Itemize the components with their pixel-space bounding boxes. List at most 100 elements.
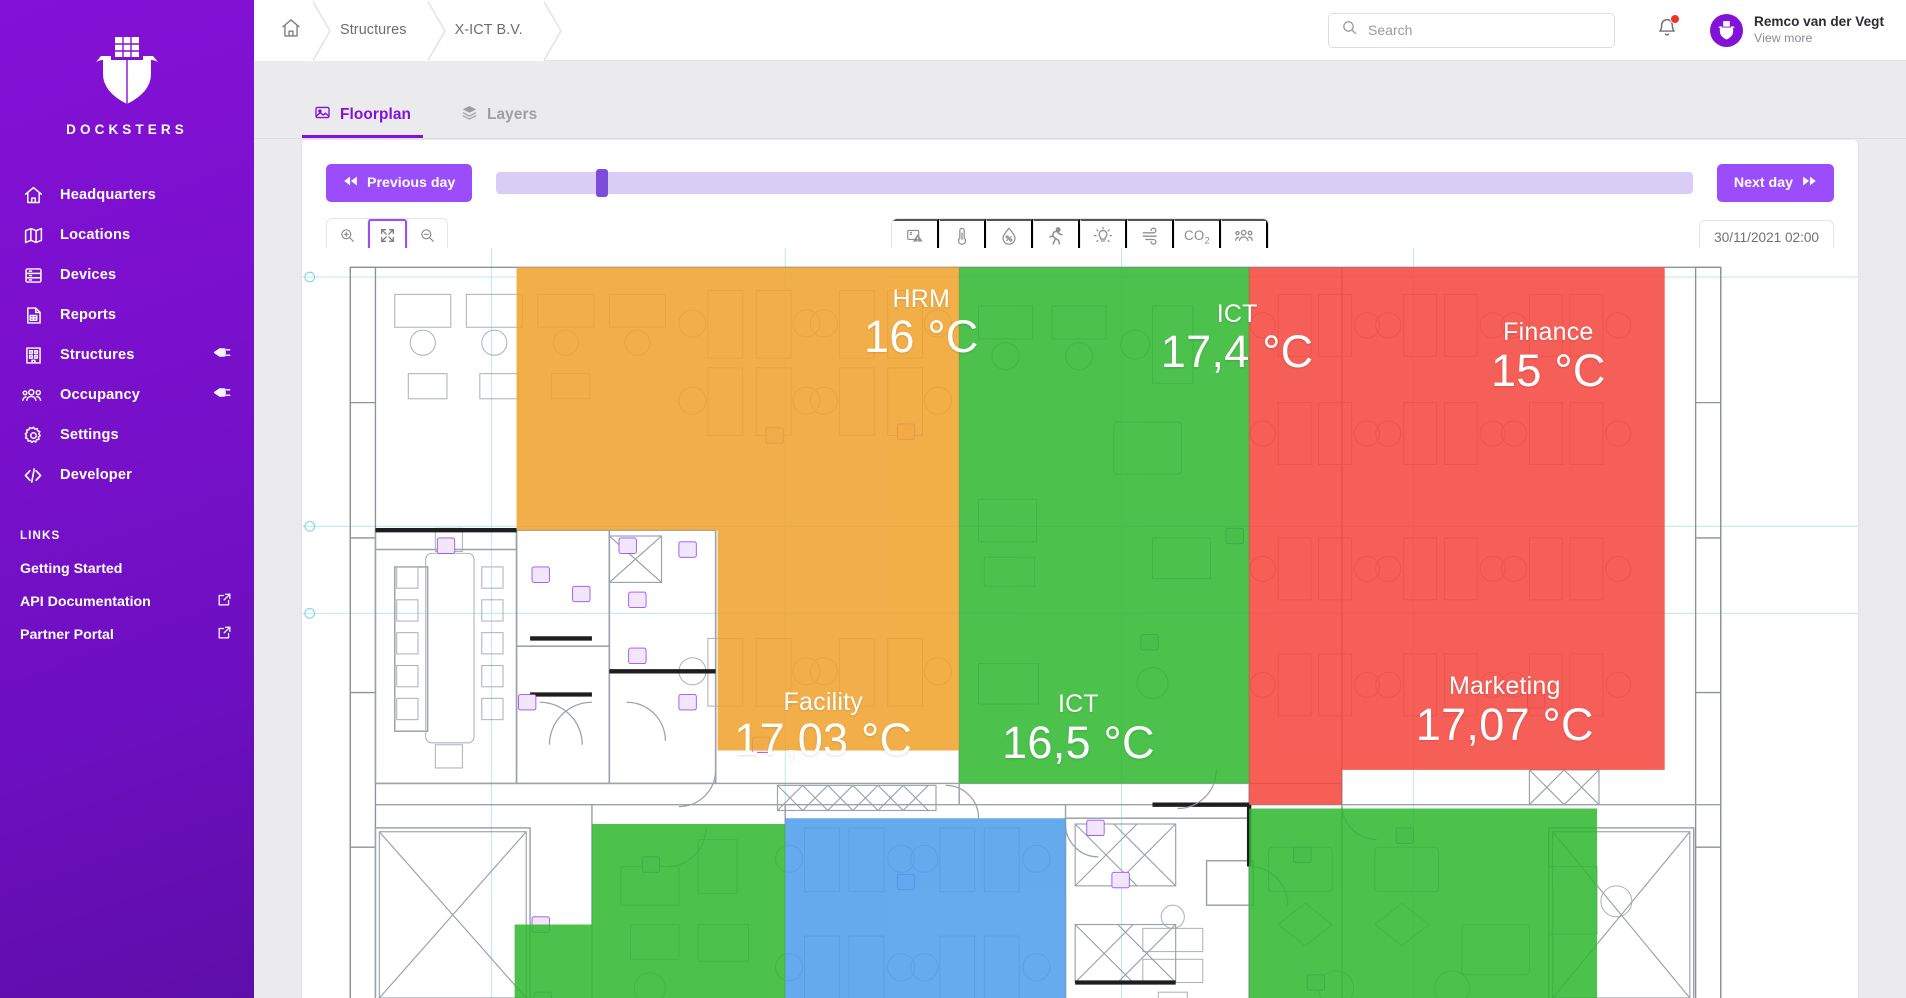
image-icon (314, 104, 331, 126)
external-link-icon (217, 625, 232, 645)
building-icon (20, 345, 46, 366)
notifications-button[interactable] (1656, 14, 1681, 44)
device-alert-icon (905, 226, 925, 248)
link-partner-portal[interactable]: Partner Portal (0, 618, 254, 651)
zone-finance (1249, 267, 1665, 805)
bell-icon (1656, 18, 1678, 43)
profile-text: Remco van der Vegt View more (1754, 14, 1884, 46)
sidebar-item-occupancy[interactable]: Occupancy (0, 375, 254, 415)
tab-label: Layers (487, 105, 538, 123)
running-person-icon (1046, 226, 1066, 249)
day-navigation: Previous day Next day (302, 140, 1858, 202)
sidebar-item-developer[interactable]: Developer (0, 455, 254, 495)
top-bar: Structures X-ICT B.V. Search Remco van d… (254, 0, 1906, 62)
search-box[interactable] (1328, 12, 1616, 48)
sidebar-item-label: Headquarters (60, 187, 156, 203)
breadcrumb-label: X-ICT B.V. (454, 22, 523, 38)
expand-arrows-icon (379, 227, 396, 247)
sidebar-item-settings[interactable]: Settings (0, 415, 254, 455)
link-api-documentation[interactable]: API Documentation (0, 585, 254, 618)
co2-text-icon: CO2 (1184, 227, 1210, 247)
fast-forward-icon (1802, 175, 1817, 191)
sidebar-item-label: Devices (60, 267, 117, 283)
breadcrumb-current[interactable]: X-ICT B.V. (428, 0, 562, 62)
docksters-shield-logo-icon (89, 34, 165, 108)
tab-bar: Floorplan Layers (254, 61, 1906, 139)
day-slider[interactable] (496, 169, 1693, 197)
lightbulb-icon (1093, 226, 1113, 249)
breadcrumb-structures[interactable]: Structures (314, 0, 446, 62)
profile-subtitle: View more (1754, 30, 1813, 45)
previous-day-label: Previous day (367, 175, 456, 191)
link-label: Getting Started (20, 560, 123, 577)
home-icon (20, 185, 46, 206)
sidebar-item-label: Reports (60, 307, 117, 323)
sidebar-item-label: Settings (60, 427, 119, 443)
zone-ict-bottom (785, 818, 1066, 998)
breadcrumb-home[interactable] (254, 0, 331, 62)
people-icon (20, 385, 46, 406)
profile-menu[interactable]: Remco van der Vegt View more (1710, 13, 1884, 47)
grid-markers (304, 271, 316, 619)
profile-name: Remco van der Vegt (1754, 14, 1884, 30)
map-icon (20, 225, 46, 246)
document-icon (20, 305, 46, 326)
group-people-icon (1233, 226, 1255, 249)
sidebar-item-label: Structures (60, 347, 135, 363)
zoom-in-icon (339, 227, 356, 247)
server-icon (20, 265, 46, 286)
brand-name: DOCKSTERS (66, 122, 188, 137)
search-icon (1341, 19, 1358, 41)
breadcrumb-label: Structures (340, 22, 407, 38)
floorplan-canvas[interactable]: HRM 16 °C ICT 17,4 °C Finance 15 °C Faci… (302, 248, 1858, 998)
gear-icon (20, 425, 46, 446)
avatar (1710, 13, 1744, 47)
zone-facility (514, 824, 786, 998)
sidebar: DOCKSTERS Headquarters Locations Devices (0, 0, 254, 998)
humidity-drop-icon (999, 226, 1019, 249)
sidebar-item-label: Developer (60, 467, 132, 483)
plug-icon (213, 386, 232, 404)
zone-overlays (417, 267, 1665, 998)
previous-day-button[interactable]: Previous day (326, 164, 473, 202)
breadcrumb: Structures X-ICT B.V. (254, 0, 562, 62)
wind-icon (1140, 226, 1161, 249)
zone-marketing (1249, 808, 1598, 998)
link-label: API Documentation (20, 593, 151, 610)
next-day-label: Next day (1733, 175, 1793, 191)
sidebar-item-devices[interactable]: Devices (0, 255, 254, 295)
home-icon (280, 17, 302, 44)
notification-dot (1670, 14, 1681, 24)
sidebar-nav: Headquarters Locations Devices Reports S… (0, 175, 254, 495)
layers-icon (461, 104, 478, 126)
zone-ict-top (959, 267, 1250, 784)
links-heading: LINKS (20, 529, 61, 542)
code-icon (20, 465, 46, 486)
sidebar-item-label: Locations (60, 227, 131, 243)
zone-hrm (417, 267, 960, 751)
plug-icon (213, 346, 232, 364)
app-root: DOCKSTERS Headquarters Locations Devices (0, 0, 1906, 998)
brand-logo[interactable]: DOCKSTERS (0, 0, 254, 137)
thermometer-icon (952, 226, 972, 249)
floorplan-svg (302, 248, 1858, 998)
main-content: Structures X-ICT B.V. Search Remco van d… (254, 0, 1906, 998)
rewind-icon (343, 175, 358, 191)
sidebar-item-locations[interactable]: Locations (0, 215, 254, 255)
floorplan-panel: Previous day Next day CO2 30/11/2021 02:… (302, 140, 1858, 998)
day-slider-thumb[interactable] (595, 169, 608, 197)
sidebar-item-reports[interactable]: Reports (0, 295, 254, 335)
sidebar-item-label: Occupancy (60, 387, 141, 403)
external-link-icon (217, 592, 232, 612)
top-bar-right: Remco van der Vegt View more (1328, 12, 1906, 48)
search-input[interactable] (1368, 22, 1603, 38)
tab-floorplan[interactable]: Floorplan (302, 94, 424, 138)
tab-label: Floorplan (340, 105, 412, 123)
link-label: Partner Portal (20, 626, 114, 643)
next-day-button[interactable]: Next day (1716, 164, 1834, 202)
sidebar-item-structures[interactable]: Structures (0, 335, 254, 375)
tab-layers[interactable]: Layers (449, 94, 549, 138)
link-getting-started[interactable]: Getting Started (0, 552, 254, 585)
sidebar-item-headquarters[interactable]: Headquarters (0, 175, 254, 215)
zoom-out-icon (419, 227, 436, 247)
